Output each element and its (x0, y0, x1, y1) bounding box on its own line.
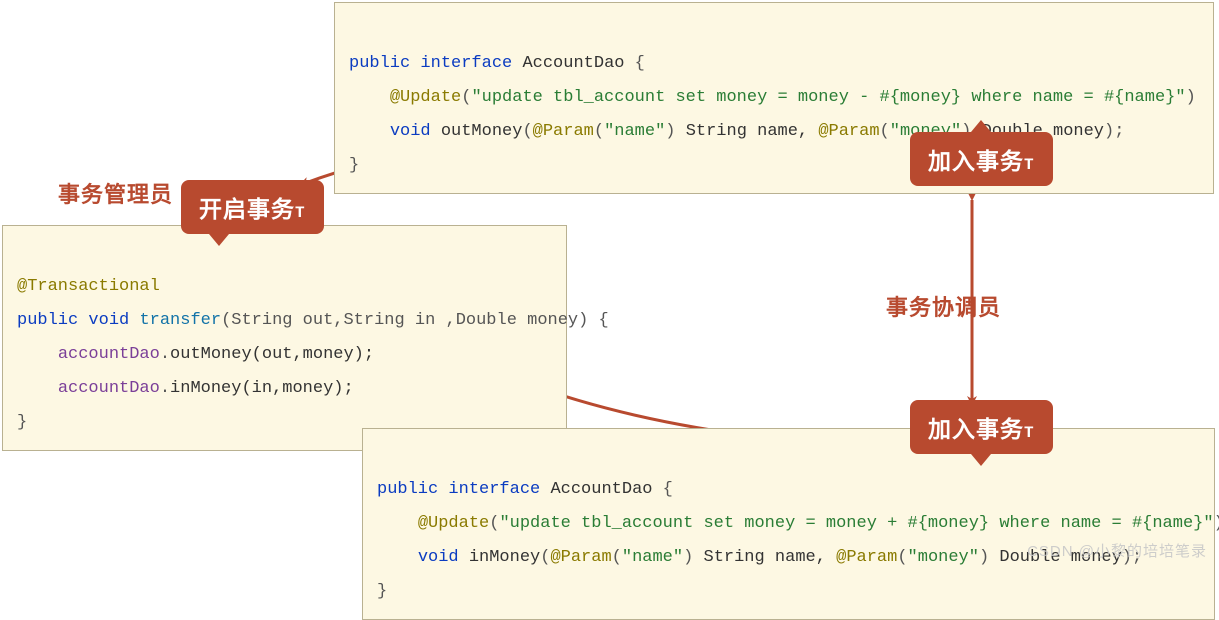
code-line: public interface AccountDao { (349, 54, 645, 73)
code-line: } (349, 156, 359, 175)
code-line: accountDao.inMoney(in,money); (17, 379, 354, 398)
watermark: CSDN @小黎的培培笔录 (1027, 540, 1207, 561)
label-tx-manager: 事务管理员 (58, 177, 173, 209)
code-line: public void transfer(String out,String i… (17, 311, 609, 330)
code-line: } (377, 582, 387, 601)
callout-start-tx: 开启事务T (181, 180, 324, 234)
code-box-transfer: @Transactional public void transfer(Stri… (2, 225, 567, 451)
code-box-accountdao-out: public interface AccountDao { @Update("u… (334, 2, 1214, 194)
code-line: @Transactional (17, 277, 160, 296)
code-line: public interface AccountDao { (377, 480, 673, 499)
code-line: } (17, 413, 27, 432)
code-line: @Update("update tbl_account set money = … (377, 514, 1219, 533)
code-line: @Update("update tbl_account set money = … (349, 88, 1196, 107)
label-tx-coordinator: 事务协调员 (886, 290, 1001, 322)
code-line: accountDao.outMoney(out,money); (17, 345, 374, 364)
callout-join-tx-top: 加入事务T (910, 132, 1053, 186)
callout-join-tx-bottom: 加入事务T (910, 400, 1053, 454)
code-box-accountdao-in: public interface AccountDao { @Update("u… (362, 428, 1215, 620)
